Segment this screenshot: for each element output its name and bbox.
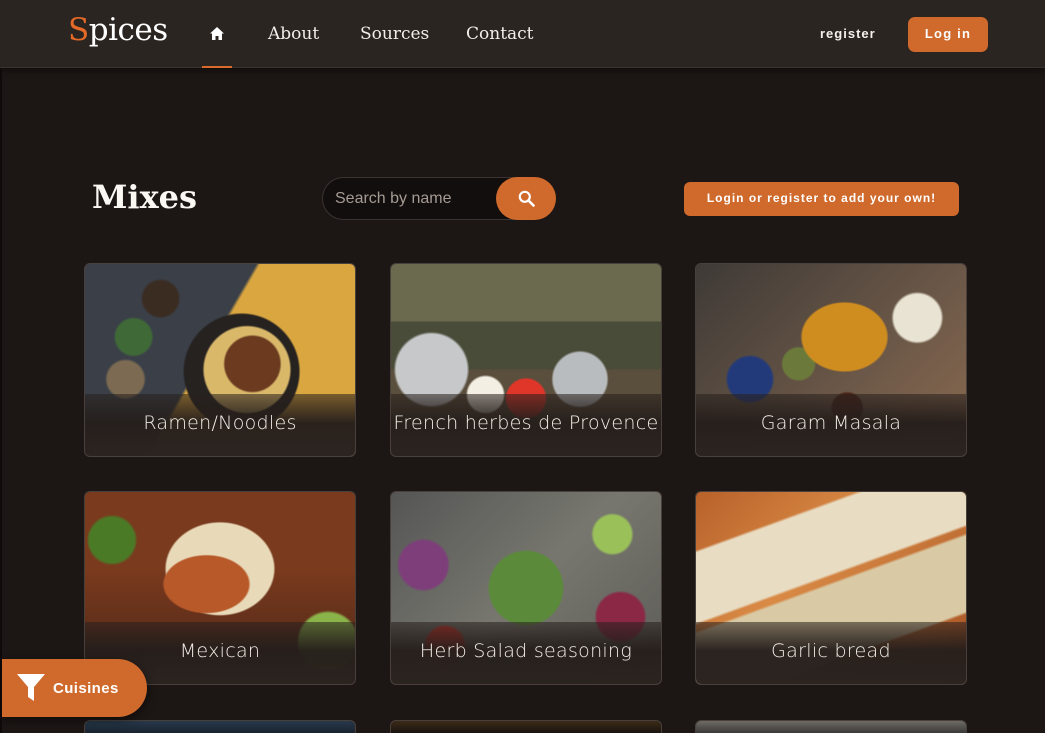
filter-icon [17,674,45,701]
register-link[interactable]: register [820,26,876,41]
cuisines-filter-button[interactable]: Cuisines [2,659,147,717]
card-label: Garam Masala [760,412,902,434]
search-button[interactable] [496,177,556,220]
nav-link-sources[interactable]: Sources [360,24,429,44]
nav-home-link[interactable] [202,0,232,68]
mix-card-mexican[interactable]: Mexican [84,491,356,685]
login-button[interactable]: Log in [908,17,988,52]
mix-card-partial[interactable] [695,720,967,733]
mix-card-garam[interactable]: Garam Masala [695,263,967,457]
nav-link-contact[interactable]: Contact [466,24,534,44]
card-label-band: French herbes de Provence [391,394,661,456]
card-image [696,721,966,733]
card-label-band: Herb Salad seasoning [391,622,661,684]
logo[interactable]: Spices [68,12,168,48]
mix-card-french[interactable]: French herbes de Provence [390,263,662,457]
mix-card-ramen[interactable]: Ramen/Noodles [84,263,356,457]
mix-card-garlic-bread[interactable]: Garlic bread [695,491,967,685]
card-label: Herb Salad seasoning [419,640,633,662]
home-icon [210,26,224,40]
card-image [391,721,661,733]
page-title: Mixes [92,178,198,216]
search-box [322,177,556,220]
card-label-band: Garam Masala [696,394,966,456]
card-image [85,721,355,733]
nav-link-about[interactable]: About [268,24,319,44]
mix-card-herb-salad[interactable]: Herb Salad seasoning [390,491,662,685]
card-label: Ramen/Noodles [143,412,297,434]
card-label-band: Garlic bread [696,622,966,684]
card-label: Mexican [179,640,261,662]
card-label: Garlic bread [771,640,891,662]
navbar: Spices About Sources Contact register Lo… [0,0,1045,68]
add-mix-button[interactable]: Login or register to add your own! [684,182,959,216]
card-label-band: Ramen/Noodles [85,394,355,456]
mix-card-partial[interactable] [84,720,356,733]
card-label: French herbes de Provence [393,412,659,434]
page-edge [0,68,2,733]
search-icon [518,190,535,207]
cuisines-label: Cuisines [53,680,119,697]
mix-card-partial[interactable] [390,720,662,733]
search-input[interactable] [335,178,495,219]
